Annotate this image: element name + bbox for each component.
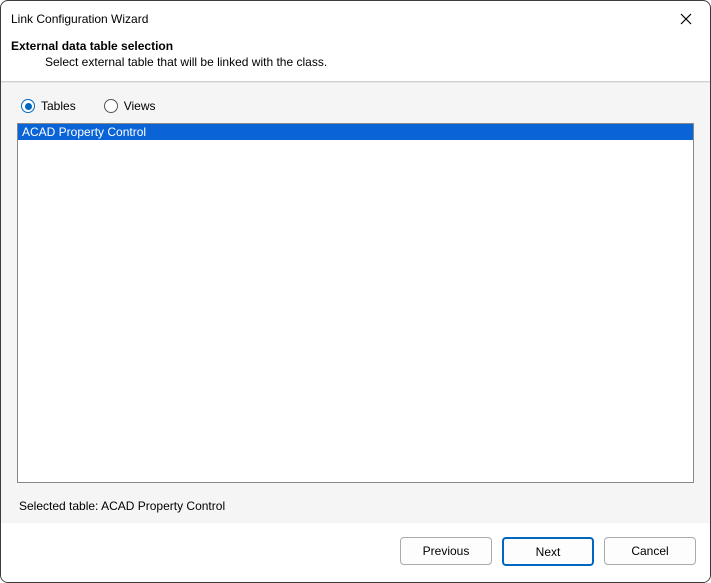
previous-button-label: Previous bbox=[423, 544, 470, 558]
cancel-button-label: Cancel bbox=[631, 544, 668, 558]
wizard-window: Link Configuration Wizard External data … bbox=[0, 0, 711, 583]
wizard-header: External data table selection Select ext… bbox=[1, 35, 710, 81]
selected-table-value: ACAD Property Control bbox=[101, 499, 225, 513]
next-button[interactable]: Next bbox=[502, 537, 594, 566]
close-button[interactable] bbox=[672, 7, 700, 31]
previous-button[interactable]: Previous bbox=[400, 537, 492, 565]
radio-views[interactable]: Views bbox=[104, 99, 156, 113]
radio-tables[interactable]: Tables bbox=[21, 99, 76, 113]
page-subtext: Select external table that will be linke… bbox=[11, 55, 700, 69]
page-heading: External data table selection bbox=[11, 39, 700, 53]
tables-listbox[interactable]: ACAD Property Control bbox=[17, 123, 694, 483]
radio-tables-label: Tables bbox=[41, 99, 76, 113]
radio-tables-circle bbox=[21, 99, 35, 113]
selected-table-line: Selected table: ACAD Property Control bbox=[17, 493, 694, 513]
selected-table-prefix: Selected table: bbox=[19, 499, 101, 513]
close-icon bbox=[680, 13, 692, 25]
window-title: Link Configuration Wizard bbox=[11, 12, 148, 26]
wizard-footer: Previous Next Cancel bbox=[1, 523, 710, 582]
filter-radios: Tables Views bbox=[21, 99, 694, 113]
titlebar: Link Configuration Wizard bbox=[1, 1, 710, 35]
next-button-label: Next bbox=[536, 545, 561, 559]
cancel-button[interactable]: Cancel bbox=[604, 537, 696, 565]
wizard-body: Tables Views ACAD Property Control Selec… bbox=[1, 82, 710, 523]
radio-views-label: Views bbox=[124, 99, 156, 113]
list-item[interactable]: ACAD Property Control bbox=[18, 124, 693, 140]
radio-views-circle bbox=[104, 99, 118, 113]
